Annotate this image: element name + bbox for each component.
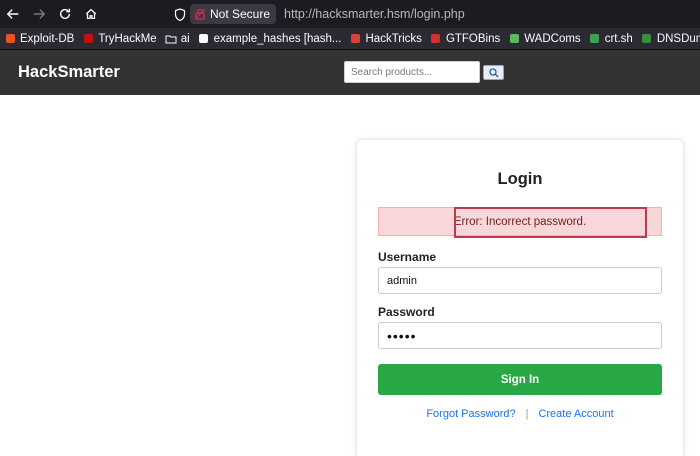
bookmark-item[interactable]: HackTricks — [350, 33, 422, 45]
site-security-indicator[interactable]: Not Secure — [190, 4, 277, 24]
back-button[interactable] — [0, 0, 26, 28]
reload-icon — [59, 8, 71, 20]
bookmark-item[interactable]: DNSDumpster — [641, 33, 700, 45]
username-label: Username — [378, 250, 437, 264]
arrow-left-icon — [6, 9, 19, 19]
gtfobins-icon — [430, 33, 442, 45]
crtsh-icon — [589, 33, 601, 45]
password-label: Password — [378, 305, 435, 319]
bookmark-label: example_hashes [hash... — [213, 32, 342, 45]
insecure-lock-icon — [194, 8, 206, 20]
error-alert: Error: Incorrect password. — [378, 207, 662, 238]
username-field[interactable] — [378, 267, 662, 294]
hashcat-icon — [198, 33, 210, 45]
bookmark-label: Exploit-DB — [20, 32, 75, 45]
bookmark-item[interactable]: example_hashes [hash... — [198, 33, 342, 45]
login-title: Login — [497, 170, 543, 188]
error-highlight-box — [454, 207, 647, 238]
login-card: Login Error: Incorrect password. Usernam… — [357, 140, 683, 456]
bookmark-item[interactable]: crt.sh — [589, 33, 633, 45]
create-account-link[interactable]: Create Account — [538, 408, 613, 420]
dnsdumpster-icon — [641, 33, 653, 45]
forward-button[interactable] — [26, 0, 52, 28]
bookmark-label: ai — [180, 32, 190, 45]
address-bar[interactable]: http://hacksmarter.hsm/login.php — [284, 7, 465, 21]
bookmark-item[interactable]: GTFOBins — [430, 33, 500, 45]
folder-icon — [165, 33, 177, 45]
security-label: Not Secure — [210, 7, 271, 21]
wadcoms-icon — [508, 33, 520, 45]
shield-icon — [174, 7, 186, 21]
password-field[interactable] — [378, 322, 662, 349]
page-main: Login Error: Incorrect password. Usernam… — [0, 95, 700, 456]
bookmark-label: WADComs — [524, 32, 581, 45]
account-links: Forgot Password? | Create Account — [357, 408, 683, 420]
hacktricks-icon — [350, 33, 362, 45]
exploitdb-icon — [4, 33, 16, 45]
tracking-protection-button[interactable] — [170, 7, 190, 21]
sign-in-button[interactable]: Sign In — [378, 364, 662, 395]
bookmark-label: TryHackMe — [98, 32, 157, 45]
bookmark-label: GTFOBins — [445, 32, 501, 45]
bookmark-item[interactable]: WADComs — [508, 32, 581, 45]
bookmarks-toolbar: Exploit-DB TryHackMe ai example_hashes [has… — [0, 28, 700, 50]
tryhackme-icon — [82, 33, 94, 45]
site-header: HackSmarter — [0, 50, 700, 95]
bookmark-label: DNSDumpster — [656, 32, 700, 45]
home-button[interactable] — [78, 0, 104, 28]
bookmark-item[interactable]: ai — [165, 33, 190, 45]
bookmark-label: HackTricks — [365, 32, 422, 45]
forgot-password-link[interactable]: Forgot Password? — [426, 408, 515, 420]
reload-button[interactable] — [52, 0, 78, 28]
site-brand[interactable]: HackSmarter — [18, 63, 120, 82]
home-icon — [85, 8, 97, 20]
arrow-right-icon — [33, 9, 46, 19]
bookmark-label: crt.sh — [604, 32, 633, 45]
bookmark-item[interactable]: Exploit-DB — [4, 33, 74, 45]
search-icon — [488, 67, 498, 77]
link-separator: | — [525, 408, 529, 420]
search-input[interactable] — [344, 61, 480, 83]
browser-toolbar: Not Secure http://hacksmarter.hsm/login.… — [0, 0, 700, 28]
search-button[interactable] — [483, 65, 504, 80]
bookmark-item[interactable]: TryHackMe — [82, 32, 157, 45]
